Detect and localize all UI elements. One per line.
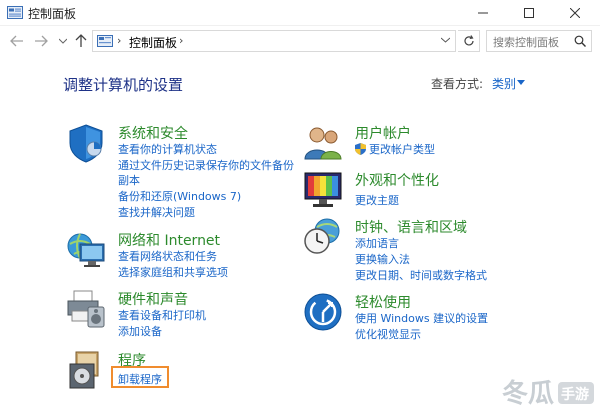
watermark-subtext: 手游 <box>561 386 589 403</box>
watermark-graphic: 冬瓜 手游 <box>502 379 594 409</box>
link-homegroup-sharing[interactable]: 选择家庭组和共享选项 <box>118 264 228 280</box>
recent-locations-button[interactable] <box>54 32 72 50</box>
navigation-bar: › 控制面板 › 搜索控制面板 <box>0 26 600 56</box>
search-icon <box>574 35 586 47</box>
monitor-personalization-icon[interactable] <box>303 170 343 210</box>
link-file-history-backup-cont[interactable]: 副本 <box>118 172 140 188</box>
link-add-language[interactable]: 添加语言 <box>355 235 399 251</box>
title-bar: 控制面板 <box>0 0 600 26</box>
view-by-label: 查看方式: <box>431 77 484 91</box>
breadcrumb-separator-icon: › <box>117 34 122 47</box>
breadcrumb-control-panel[interactable]: 控制面板 <box>129 34 177 51</box>
link-change-account-type[interactable]: 更改帐户类型 <box>369 141 435 157</box>
link-devices-printers[interactable]: 查看设备和打印机 <box>118 307 206 323</box>
link-troubleshoot[interactable]: 查找并解决问题 <box>118 204 195 220</box>
window-title: 控制面板 <box>28 7 77 21</box>
link-network-status[interactable]: 查看网络状态和任务 <box>118 248 217 264</box>
category-title-appearance[interactable]: 外观和个性化 <box>355 170 439 190</box>
ease-of-access-icon[interactable] <box>303 292 343 332</box>
chevron-down-icon[interactable] <box>441 37 450 43</box>
link-view-computer-status[interactable]: 查看你的计算机状态 <box>118 141 217 157</box>
close-button[interactable] <box>552 0 598 26</box>
category-title-network[interactable]: 网络和 Internet <box>118 230 220 250</box>
control-panel-icon <box>97 35 113 47</box>
category-title-users[interactable]: 用户帐户 <box>355 123 411 143</box>
back-arrow-icon <box>10 35 23 47</box>
back-button[interactable] <box>8 32 26 50</box>
link-change-date-time-format[interactable]: 更改日期、时间或数字格式 <box>355 267 487 283</box>
link-file-history-backup[interactable]: 通过文件历史记录保存你的文件备份 <box>118 157 294 173</box>
search-placeholder: 搜索控制面板 <box>493 36 559 49</box>
chevron-down-icon <box>59 38 67 44</box>
close-icon <box>570 8 580 18</box>
minimize-icon <box>478 12 488 14</box>
breadcrumb-separator-icon[interactable]: › <box>179 34 183 47</box>
up-button[interactable] <box>72 32 90 50</box>
search-box[interactable]: 搜索控制面板 <box>486 30 592 52</box>
link-change-theme[interactable]: 更改主题 <box>355 192 399 208</box>
link-change-input-method[interactable]: 更换输入法 <box>355 251 410 267</box>
control-panel-icon <box>7 6 23 19</box>
link-backup-restore[interactable]: 备份和还原(Windows 7) <box>118 188 241 204</box>
link-add-device[interactable]: 添加设备 <box>118 323 162 339</box>
clock-globe-icon[interactable] <box>303 217 343 257</box>
network-globe-icon[interactable] <box>66 230 106 270</box>
users-icon[interactable] <box>303 123 343 163</box>
maximize-button[interactable] <box>506 0 552 26</box>
uninstall-highlight-box <box>111 366 169 388</box>
category-title-ease[interactable]: 轻松使用 <box>355 292 411 312</box>
forward-arrow-icon <box>35 35 48 47</box>
category-title-system[interactable]: 系统和安全 <box>118 123 188 143</box>
watermark-text: 冬瓜 <box>502 379 554 409</box>
caret-down-icon[interactable] <box>517 80 525 85</box>
shield-icon[interactable] <box>66 123 106 163</box>
uac-shield-icon <box>355 143 366 155</box>
forward-button[interactable] <box>32 32 50 50</box>
minimize-button[interactable] <box>460 0 506 26</box>
refresh-button[interactable] <box>458 30 480 52</box>
printer-icon[interactable] <box>66 289 106 329</box>
link-optimize-visual-display[interactable]: 优化视觉显示 <box>355 326 421 342</box>
link-windows-recommended-settings[interactable]: 使用 Windows 建议的设置 <box>355 310 488 326</box>
category-title-clock[interactable]: 时钟、语言和区域 <box>355 217 467 237</box>
up-arrow-icon <box>75 34 87 47</box>
watermark-logo: 冬瓜 手游 <box>500 372 596 412</box>
address-bar[interactable]: › 控制面板 › <box>92 30 456 52</box>
refresh-icon <box>463 35 474 46</box>
maximize-icon <box>524 8 534 18</box>
page-title: 调整计算机的设置 <box>63 76 184 94</box>
programs-icon[interactable] <box>66 350 106 390</box>
category-title-hardware[interactable]: 硬件和声音 <box>118 289 188 309</box>
view-by-dropdown[interactable]: 类别 <box>492 75 516 92</box>
